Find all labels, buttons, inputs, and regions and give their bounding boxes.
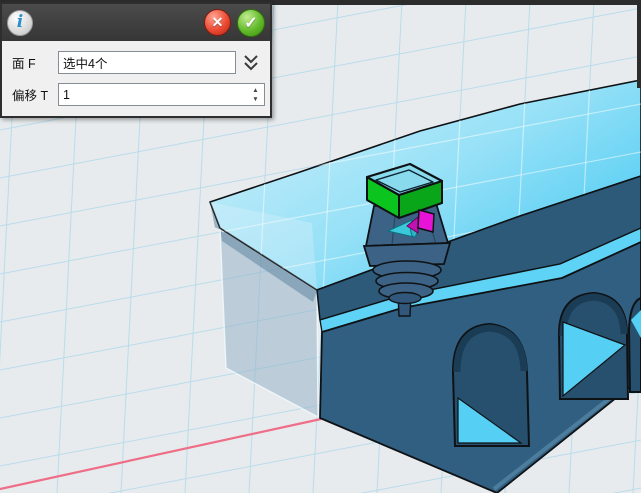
arch-opening-2[interactable] <box>559 293 628 399</box>
confirm-button[interactable]: ✓ <box>237 9 265 37</box>
offset-value-row: 偏移 T ▲ ▼ <box>12 83 262 106</box>
offset-field-label: 偏移 T <box>12 85 58 104</box>
cancel-button[interactable]: ✕ <box>204 9 231 36</box>
expand-selection-button[interactable] <box>240 52 262 74</box>
x-axis-line <box>0 419 321 489</box>
arch-opening-1[interactable] <box>453 324 529 446</box>
spin-up-button[interactable]: ▲ <box>248 86 263 95</box>
dialog-body: 面 F 偏移 T ▲ ▼ <box>2 41 270 116</box>
offset-value-input[interactable] <box>58 83 265 106</box>
face-field-label: 面 F <box>12 53 58 72</box>
offset-spinbox: ▲ ▼ <box>58 83 265 106</box>
cad-application-window: i ✕ ✓ 面 F 偏移 T <box>0 0 641 493</box>
spinner-buttons: ▲ ▼ <box>248 85 263 104</box>
boss-ring <box>389 293 421 304</box>
info-button[interactable]: i <box>7 10 33 36</box>
window-right-edge <box>637 0 641 88</box>
spin-down-button[interactable]: ▼ <box>248 95 263 104</box>
confirm-icon: ✓ <box>244 13 257 33</box>
arch-opening-3[interactable] <box>629 298 641 392</box>
offset-face-dialog: i ✕ ✓ 面 F 偏移 T <box>0 2 272 118</box>
face-selection-row: 面 F <box>12 51 262 74</box>
info-icon: i <box>17 14 23 31</box>
chevron-double-down-icon <box>243 53 259 73</box>
face-selection-input[interactable] <box>58 51 236 74</box>
dialog-header[interactable]: i ✕ ✓ <box>2 4 270 41</box>
cancel-icon: ✕ <box>212 14 224 31</box>
